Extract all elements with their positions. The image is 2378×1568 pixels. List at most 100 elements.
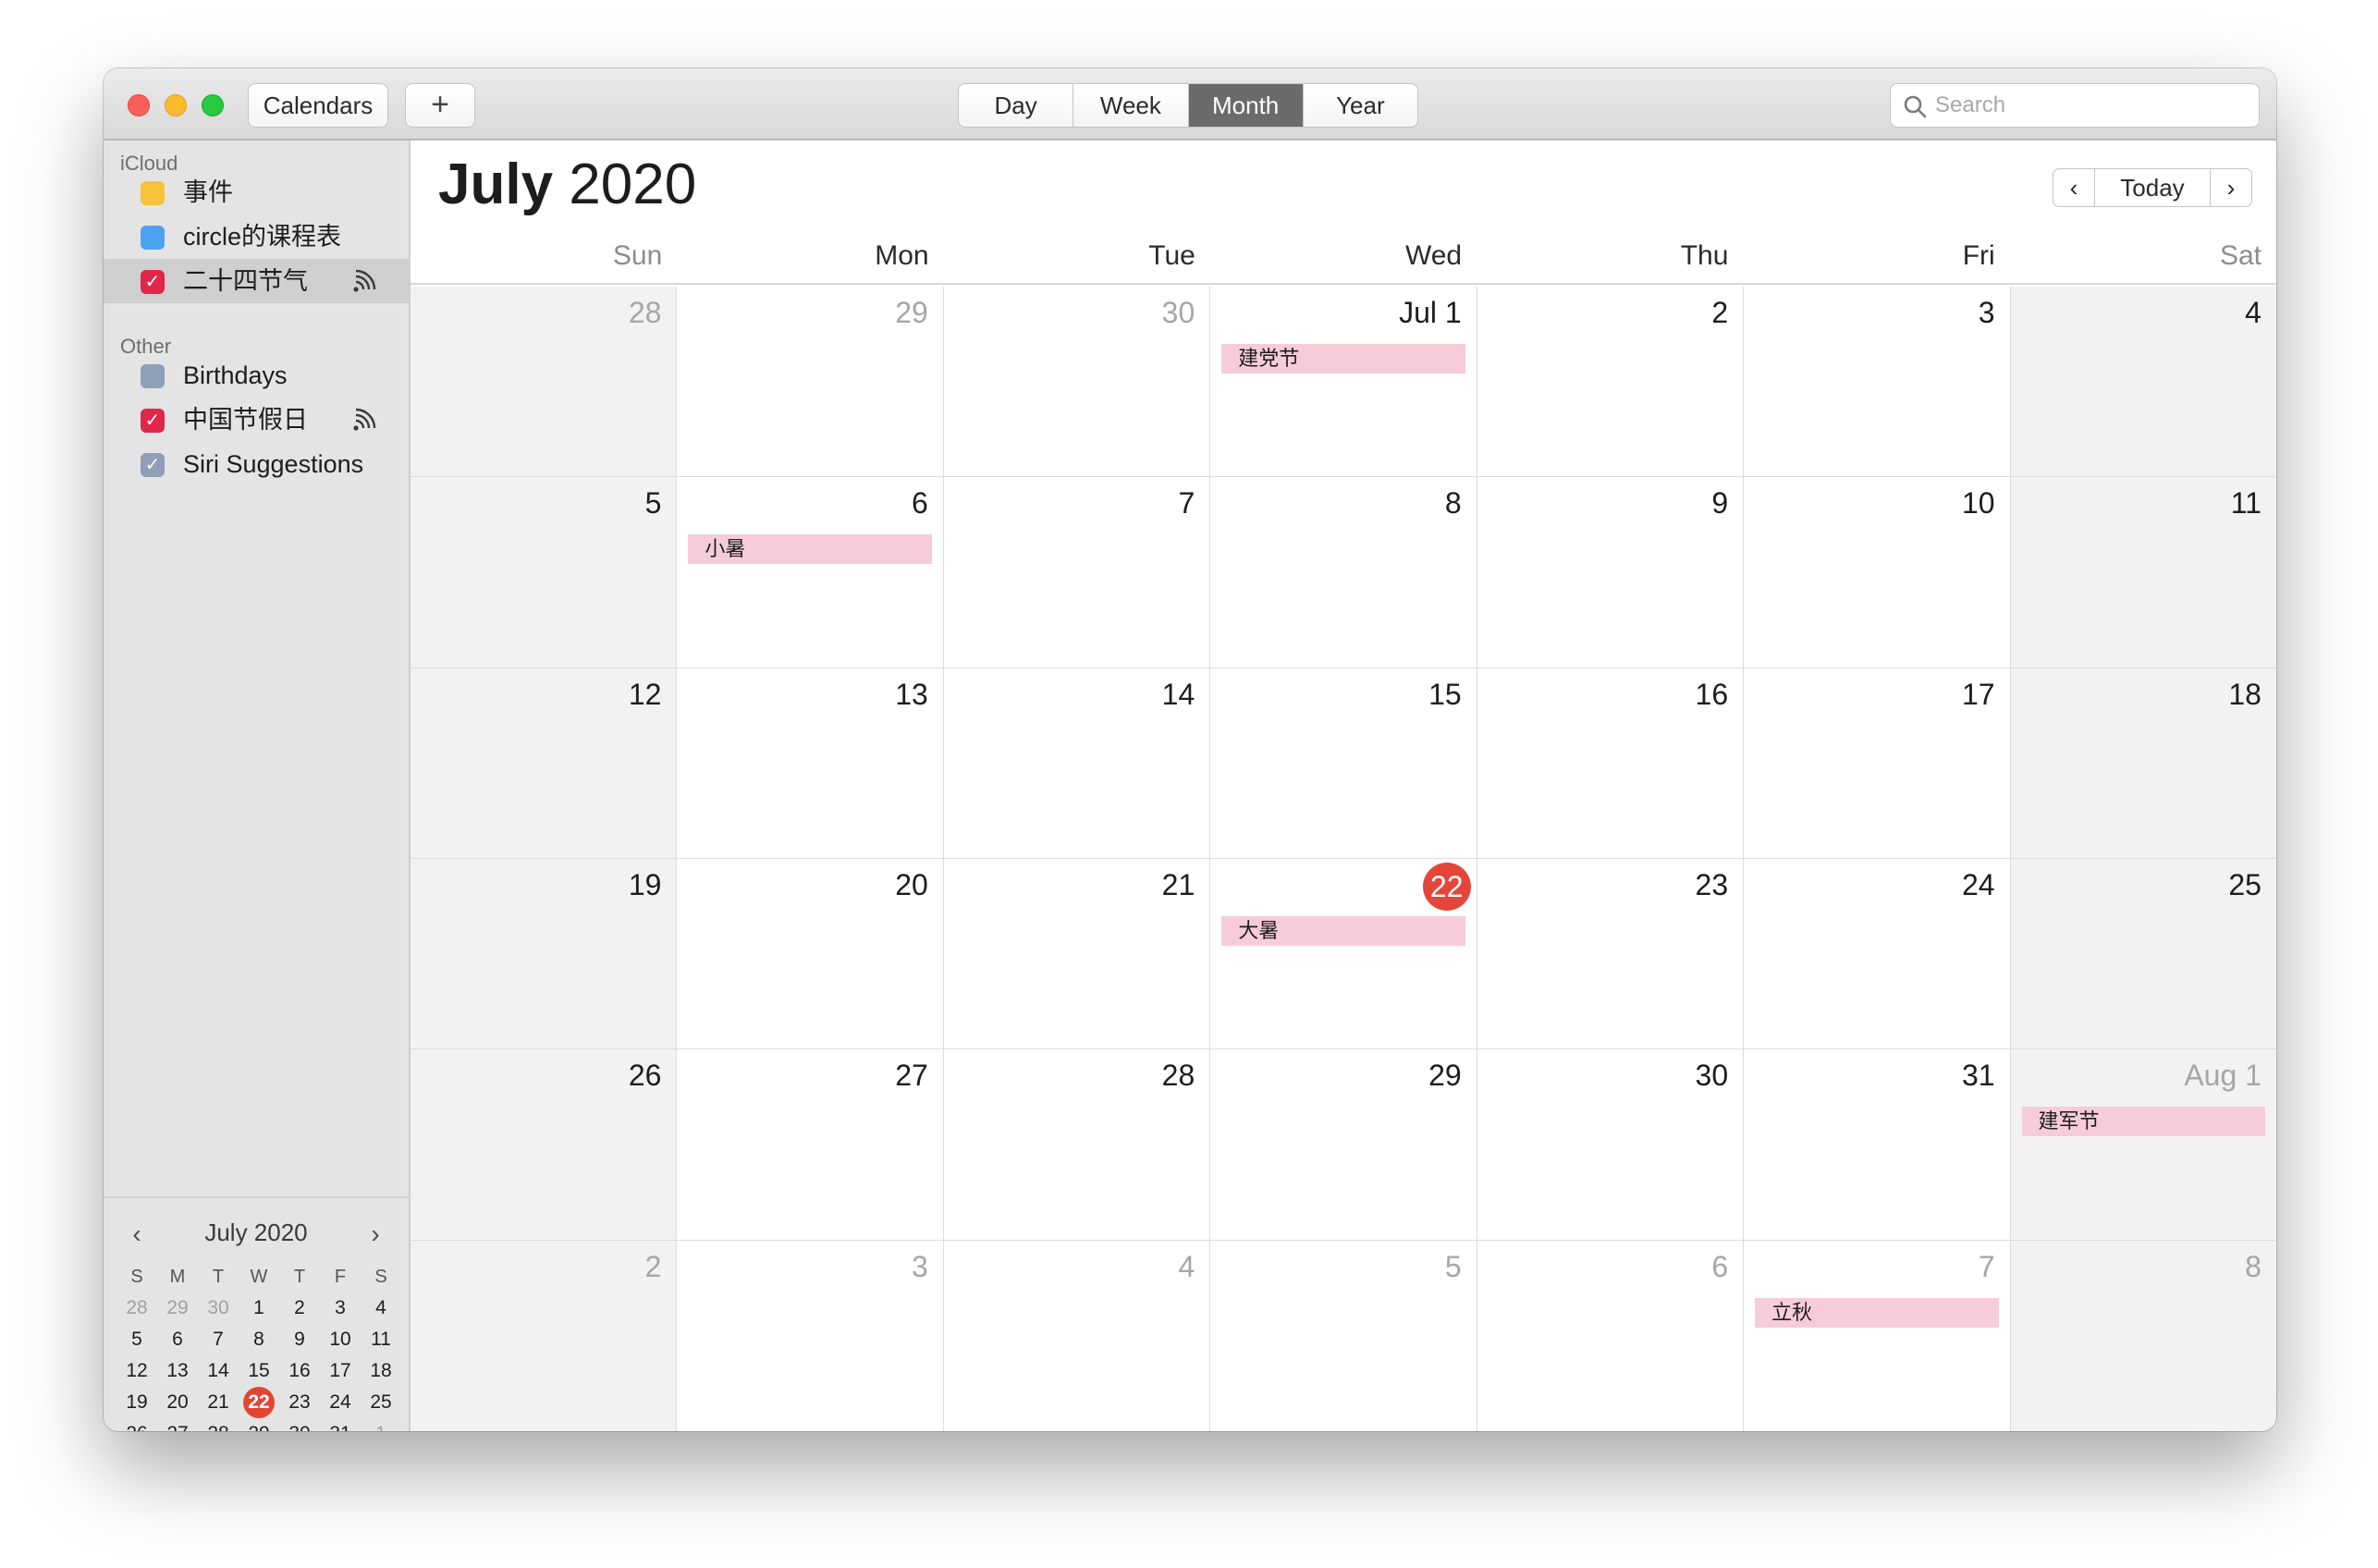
day-cell[interactable]: 23 (1477, 858, 1745, 1049)
day-cell[interactable]: 7 (943, 477, 1211, 668)
day-cell[interactable]: Aug 1 建军节 (2010, 1049, 2276, 1240)
mini-day[interactable]: 2 (279, 1292, 320, 1324)
day-cell[interactable]: 6 小暑 (677, 477, 944, 668)
day-cell[interactable]: 13 (677, 668, 944, 858)
day-cell[interactable]: 30 (943, 287, 1211, 477)
other-calendar-item[interactable]: Birthdays (104, 353, 409, 398)
mini-day[interactable]: 15 (239, 1355, 279, 1387)
day-cell[interactable]: 6 (1477, 1240, 1745, 1431)
calendar-event[interactable]: 立秋 (1755, 1297, 1999, 1328)
mini-day[interactable]: 4 (361, 1292, 401, 1324)
mini-day[interactable]: 17 (320, 1355, 361, 1387)
mini-day[interactable]: 16 (279, 1355, 320, 1387)
next-month-button[interactable]: › (2211, 169, 2251, 206)
search-field[interactable]: Search (1890, 83, 2260, 128)
day-cell[interactable]: 15 (1210, 668, 1477, 858)
day-cell[interactable]: 18 (2010, 668, 2276, 858)
calendar-event[interactable]: 建军节 (2021, 1107, 2265, 1137)
day-cell[interactable]: 26 (411, 1049, 678, 1240)
day-cell[interactable]: 4 (943, 1240, 1211, 1431)
day-cell[interactable]: 31 (1744, 1049, 2011, 1240)
day-cell[interactable]: 28 (411, 287, 678, 477)
day-cell[interactable]: 30 (1477, 1049, 1745, 1240)
day-cell[interactable]: 2 (411, 1240, 678, 1431)
calendar-checkbox[interactable] (141, 181, 165, 205)
calendar-checkbox[interactable] (141, 364, 165, 388)
day-cell[interactable]: 14 (943, 668, 1211, 858)
day-cell[interactable]: 10 (1744, 477, 2011, 668)
day-cell[interactable]: 8 (1210, 477, 1477, 668)
zoom-window-button[interactable] (202, 94, 224, 116)
mini-day[interactable]: 1 (239, 1292, 279, 1324)
day-cell[interactable]: 5 (1210, 1240, 1477, 1431)
calendar-checkbox[interactable]: ✓ (141, 409, 165, 433)
day-cell[interactable]: 21 (943, 858, 1211, 1049)
day-cell[interactable]: 12 (411, 668, 678, 858)
icloud-calendar-item[interactable]: ✓ 二十四节气 (104, 259, 409, 303)
mini-day[interactable]: 30 (279, 1418, 320, 1431)
mini-day[interactable]: 28 (198, 1418, 239, 1431)
mini-day[interactable]: 6 (157, 1324, 198, 1355)
mini-day[interactable]: 1 (361, 1418, 401, 1431)
mini-day[interactable]: 20 (157, 1387, 198, 1418)
mini-day[interactable]: 19 (116, 1387, 157, 1418)
mini-day[interactable]: 31 (320, 1418, 361, 1431)
day-cell[interactable]: 9 (1477, 477, 1745, 668)
minimize-window-button[interactable] (165, 94, 187, 116)
day-cell[interactable]: 27 (677, 1049, 944, 1240)
mini-day[interactable]: 25 (361, 1387, 401, 1418)
calendar-checkbox[interactable] (141, 226, 165, 250)
mini-day[interactable]: 27 (157, 1418, 198, 1431)
mini-day[interactable]: 29 (239, 1418, 279, 1431)
mini-day[interactable]: 11 (361, 1324, 401, 1355)
mini-day[interactable]: 28 (116, 1292, 157, 1324)
day-cell[interactable]: 7 立秋 (1744, 1240, 2011, 1431)
other-calendar-item[interactable]: ✓ Siri Suggestions (104, 442, 409, 486)
mini-day[interactable]: 12 (116, 1355, 157, 1387)
day-cell[interactable]: 28 (943, 1049, 1211, 1240)
calendar-event[interactable]: 小暑 (688, 534, 932, 565)
mini-day[interactable]: 10 (320, 1324, 361, 1355)
mini-day[interactable]: 29 (157, 1292, 198, 1324)
day-cell[interactable]: 5 (411, 477, 678, 668)
view-week-tab[interactable]: Week (1073, 84, 1189, 127)
mini-day[interactable]: 26 (116, 1418, 157, 1431)
mini-day[interactable]: 14 (198, 1355, 239, 1387)
view-day-tab[interactable]: Day (959, 84, 1074, 127)
other-calendar-item[interactable]: ✓ 中国节假日 (104, 398, 409, 442)
view-year-tab[interactable]: Year (1304, 84, 1417, 127)
close-window-button[interactable] (128, 94, 150, 116)
day-cell[interactable]: 24 (1744, 858, 2011, 1049)
calendar-event[interactable]: 建党节 (1221, 344, 1465, 374)
mini-day[interactable]: 8 (239, 1324, 279, 1355)
mini-day[interactable]: 5 (116, 1324, 157, 1355)
prev-month-button[interactable]: ‹ (2053, 169, 2094, 206)
mini-day[interactable]: 13 (157, 1355, 198, 1387)
mini-day[interactable]: 30 (198, 1292, 239, 1324)
mini-day[interactable]: 23 (279, 1387, 320, 1418)
mini-next-month-button[interactable]: › (362, 1219, 388, 1250)
day-cell[interactable]: 4 (2010, 287, 2276, 477)
day-cell[interactable]: 16 (1477, 668, 1745, 858)
day-cell[interactable]: 22 大暑 (1210, 858, 1477, 1049)
calendar-checkbox[interactable]: ✓ (141, 270, 165, 294)
mini-day[interactable]: 21 (198, 1387, 239, 1418)
view-month-tab[interactable]: Month (1188, 84, 1304, 127)
mini-day[interactable]: 18 (361, 1355, 401, 1387)
icloud-calendar-item[interactable]: circle的课程表 (104, 214, 409, 259)
icloud-calendar-item[interactable]: 事件 (104, 170, 409, 214)
mini-day[interactable]: 24 (320, 1387, 361, 1418)
mini-day[interactable]: 3 (320, 1292, 361, 1324)
calendars-button[interactable]: Calendars (248, 83, 388, 128)
day-cell[interactable]: 11 (2010, 477, 2276, 668)
mini-day[interactable]: 9 (279, 1324, 320, 1355)
day-cell[interactable]: 3 (1744, 287, 2011, 477)
mini-day[interactable]: 7 (198, 1324, 239, 1355)
calendar-checkbox[interactable]: ✓ (141, 453, 165, 477)
day-cell[interactable]: 3 (677, 1240, 944, 1431)
add-event-button[interactable]: + (405, 83, 475, 128)
calendar-event[interactable]: 大暑 (1221, 915, 1465, 946)
today-button[interactable]: Today (2094, 169, 2211, 206)
mini-day-today[interactable]: 22 (239, 1387, 279, 1418)
day-cell[interactable]: 19 (411, 858, 678, 1049)
